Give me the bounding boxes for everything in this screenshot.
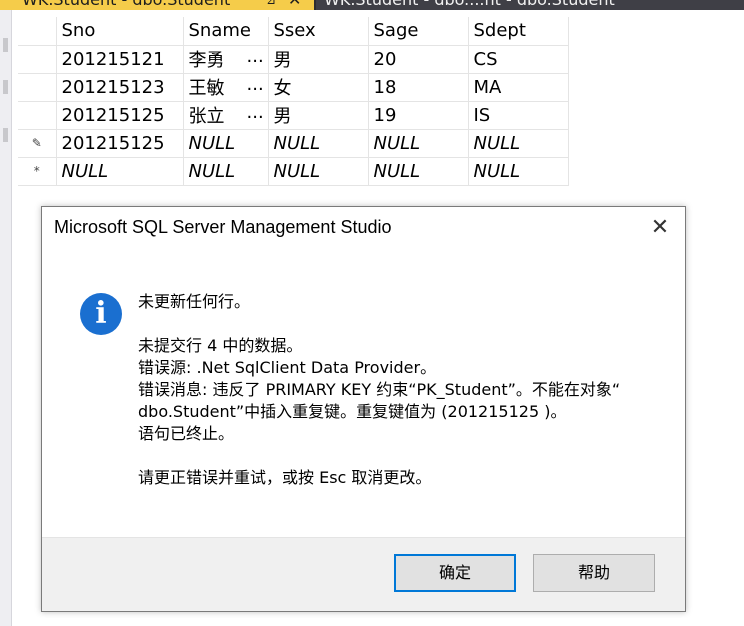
status-strip: [12, 618, 744, 626]
cell-sname[interactable]: NULL: [183, 157, 269, 186]
close-icon[interactable]: ✕: [646, 215, 674, 243]
cell-sno[interactable]: 201215121: [56, 45, 184, 74]
left-gutter: [0, 10, 12, 626]
cell-sno[interactable]: 201215123: [56, 73, 184, 102]
message-line: 请更正错误并重试，或按 Esc 取消更改。: [138, 468, 432, 487]
help-button[interactable]: 帮助: [533, 554, 655, 592]
column-header-ssex[interactable]: Ssex: [268, 17, 369, 46]
cell-ssex[interactable]: 女: [268, 73, 369, 102]
new-row-asterisk-icon[interactable]: *: [18, 157, 57, 186]
column-header-sage[interactable]: Sage: [368, 17, 469, 46]
cell-sname-text: 李勇: [188, 50, 225, 71]
cell-ellipsis-button[interactable]: ...: [247, 74, 264, 95]
cell-sdept[interactable]: NULL: [468, 157, 569, 186]
gutter-marker: [3, 80, 8, 94]
cell-ssex[interactable]: NULL: [268, 129, 369, 158]
column-header-sdept[interactable]: Sdept: [468, 17, 569, 46]
message-line: 未更新任何行。: [138, 292, 251, 311]
error-dialog: Microsoft SQL Server Management Studio ✕…: [41, 206, 686, 612]
table-row: 201215123 王敏... 女 18 MA: [18, 73, 569, 102]
cell-sage[interactable]: 18: [368, 73, 469, 102]
table-row-new: * NULL NULL NULL NULL NULL: [18, 157, 569, 186]
message-line: 错误消息: 违反了 PRIMARY KEY 约束“PK_Student”。不能在…: [138, 380, 621, 399]
table-row: 201215121 李勇... 男 20 CS: [18, 45, 569, 74]
message-line: dbo.Student”中插入重复键。重复键值为 (201215125 )。: [138, 402, 567, 421]
cell-ellipsis-button[interactable]: ...: [247, 46, 264, 67]
cell-sno[interactable]: 201215125: [56, 129, 184, 158]
tab-close-icon[interactable]: ✕: [288, 0, 301, 10]
cell-ellipsis-button[interactable]: ...: [247, 102, 264, 123]
row-selector[interactable]: [18, 45, 57, 74]
ok-button[interactable]: 确定: [394, 554, 516, 592]
message-line: 未提交行 4 中的数据。: [138, 336, 303, 355]
table-row: 201215125 张立... 男 19 IS: [18, 101, 569, 130]
cell-sno[interactable]: 201215125: [56, 101, 184, 130]
tab-student-table-inactive[interactable]: WK.Student - dbo....nt - dbo.Student: [316, 0, 744, 10]
cell-sdept[interactable]: NULL: [468, 129, 569, 158]
document-tab-strip: WK.Student - dbo.Student ⊿ ✕ WK.Student …: [0, 0, 744, 10]
row-selector[interactable]: [18, 73, 57, 102]
cell-sname-text: 张立: [188, 106, 225, 127]
pencil-icon[interactable]: ✎: [18, 129, 57, 158]
gutter-marker: [3, 128, 8, 142]
cell-sdept[interactable]: MA: [468, 73, 569, 102]
cell-ssex[interactable]: 男: [268, 101, 369, 130]
cell-sage[interactable]: 19: [368, 101, 469, 130]
tab-inactive-label: WK.Student - dbo....nt - dbo.Student: [324, 0, 615, 9]
row-selector[interactable]: [18, 101, 57, 130]
dialog-message: 未更新任何行。 未提交行 4 中的数据。 错误源: .Net SqlClient…: [138, 291, 668, 489]
info-icon: i: [80, 293, 122, 335]
grid-header-row: Sno Sname Ssex Sage Sdept: [18, 17, 569, 46]
cell-sname[interactable]: 张立...: [183, 101, 269, 130]
cell-sdept[interactable]: IS: [468, 101, 569, 130]
column-header-sname[interactable]: Sname: [183, 17, 269, 46]
tab-student-table-active[interactable]: WK.Student - dbo.Student ⊿ ✕: [0, 0, 314, 10]
cell-sname[interactable]: 王敏...: [183, 73, 269, 102]
row-header-corner[interactable]: [18, 17, 57, 46]
gutter-marker: [3, 38, 8, 52]
message-line: 语句已终止。: [138, 424, 235, 443]
cell-sname[interactable]: NULL: [183, 129, 269, 158]
cell-sage[interactable]: NULL: [368, 157, 469, 186]
column-header-sno[interactable]: Sno: [56, 17, 184, 46]
cell-ssex[interactable]: NULL: [268, 157, 369, 186]
tab-active-label: WK.Student - dbo.Student: [22, 0, 230, 9]
cell-ssex[interactable]: 男: [268, 45, 369, 74]
table-row-editing: ✎ 201215125 NULL NULL NULL NULL: [18, 129, 569, 158]
cell-sage[interactable]: NULL: [368, 129, 469, 158]
results-grid: Sno Sname Ssex Sage Sdept 201215121 李勇..…: [18, 17, 569, 186]
cell-sname[interactable]: 李勇...: [183, 45, 269, 74]
cell-sname-text: 王敏: [188, 78, 225, 99]
dialog-title: Microsoft SQL Server Management Studio: [54, 217, 392, 237]
pin-icon[interactable]: ⊿: [266, 0, 276, 10]
message-line: 错误源: .Net SqlClient Data Provider。: [138, 358, 437, 377]
cell-sdept[interactable]: CS: [468, 45, 569, 74]
cell-sage[interactable]: 20: [368, 45, 469, 74]
dialog-button-bar: 确定 帮助: [42, 537, 685, 611]
cell-sno[interactable]: NULL: [56, 157, 184, 186]
